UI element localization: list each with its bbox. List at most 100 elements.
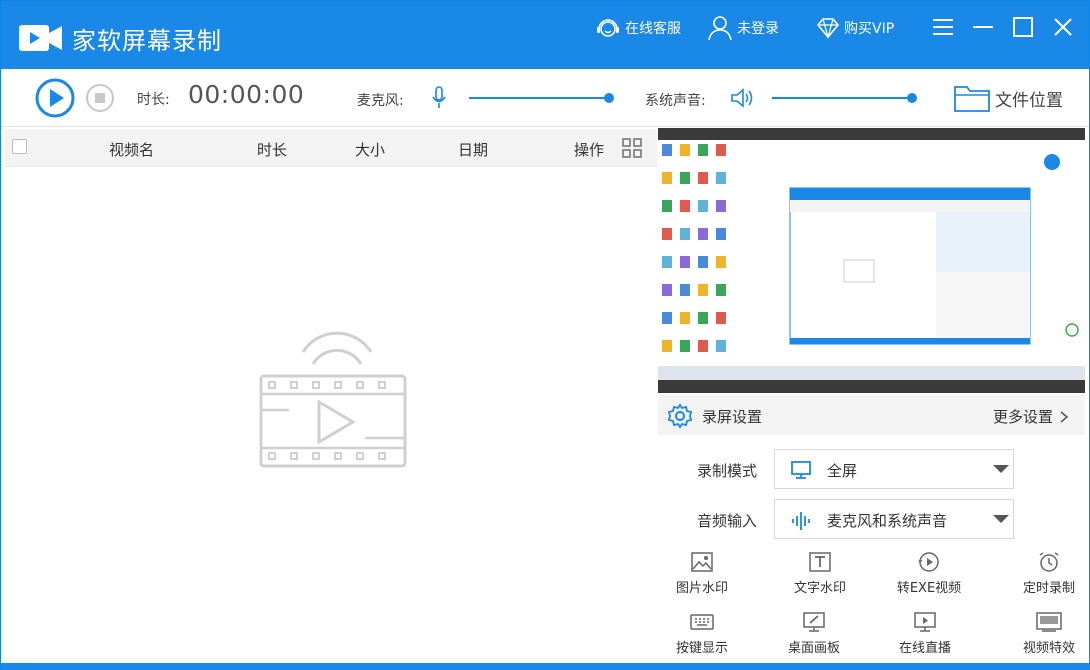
microphone-label: 麦克风: <box>357 93 404 109</box>
desktop-shortcut-icon <box>698 284 708 296</box>
minimize-icon <box>973 26 993 28</box>
desktop-shortcut-icon <box>716 172 726 184</box>
video-effects-label: 视频特效 <box>1022 641 1075 656</box>
chevron-down-icon <box>993 465 1009 473</box>
desktop-shortcut-icon <box>698 200 708 212</box>
text-icon <box>809 552 831 572</box>
live-icon <box>914 612 936 632</box>
desktop-shortcut-icon <box>662 312 672 324</box>
grid-view-icon[interactable] <box>622 138 642 158</box>
desktop-shortcut-icon <box>698 340 708 352</box>
app-window: 家软屏幕录制 在线客服 未登录 购买VIP 时长: 00:00:00 麦克风: … <box>0 0 1090 670</box>
speaker-icon[interactable] <box>730 87 756 109</box>
login-link[interactable]: 未登录 <box>707 15 779 41</box>
desktop-shortcut-icon <box>716 228 726 240</box>
empty-video-illustration-icon <box>259 331 407 468</box>
close-icon <box>1054 18 1072 36</box>
desktop-shortcut-icon <box>680 228 690 240</box>
keyboard-icon <box>690 614 714 630</box>
app-title: 家软屏幕录制 <box>72 27 222 55</box>
stop-icon[interactable] <box>85 83 115 113</box>
audio-input-label: 音频输入 <box>697 512 758 530</box>
duration-label: 时长: <box>137 92 170 108</box>
system-sound-label: 系统声音: <box>645 93 706 109</box>
text-watermark-button[interactable]: 文字水印 <box>775 551 865 596</box>
desktop-shortcut-icon <box>698 228 708 240</box>
system-volume-knob[interactable] <box>907 93 917 103</box>
video-list <box>5 168 657 662</box>
record-settings-header: 录屏设置 更多设置 <box>658 395 1085 435</box>
video-logo-icon <box>19 25 62 51</box>
record-mode-select[interactable]: 全屏 <box>774 449 1014 489</box>
headset-icon <box>597 19 619 37</box>
desktop-shortcut-icon <box>680 256 690 268</box>
play-icon[interactable] <box>35 78 75 118</box>
chevron-down-icon <box>993 515 1009 523</box>
column-size[interactable]: 大小 <box>355 139 385 160</box>
live-stream-button[interactable]: 在线直播 <box>880 611 970 656</box>
desktop-shortcut-icon <box>662 256 672 268</box>
key-display-label: 按键显示 <box>675 641 728 656</box>
desktop-shortcut-icon <box>698 312 708 324</box>
chevron-right-icon <box>1060 410 1069 423</box>
desktop-shortcut-icon <box>716 144 726 156</box>
microphone-volume-knob[interactable] <box>604 93 614 103</box>
desktop-shortcut-icon <box>662 284 672 296</box>
close-button[interactable] <box>1049 13 1077 41</box>
login-label: 未登录 <box>737 21 779 37</box>
column-video-name[interactable]: 视频名 <box>109 139 154 160</box>
desktop-shortcut-icon <box>680 312 690 324</box>
pen-board-icon <box>803 612 825 632</box>
system-volume-slider[interactable] <box>772 93 917 103</box>
microphone-icon[interactable] <box>431 86 447 110</box>
select-all-checkbox[interactable] <box>12 139 27 154</box>
audio-wave-icon <box>792 512 810 530</box>
maximize-icon <box>1013 17 1033 37</box>
more-settings-link[interactable]: 更多设置 <box>993 406 1071 427</box>
image-icon <box>691 552 713 572</box>
video-list-header: 视频名 时长 大小 日期 操作 <box>5 129 657 167</box>
image-watermark-label: 图片水印 <box>675 581 728 596</box>
online-service-link[interactable]: 在线客服 <box>595 15 681 41</box>
microphone-volume-slider[interactable] <box>469 93 614 103</box>
desktop-board-button[interactable]: 桌面画板 <box>769 611 859 656</box>
image-watermark-button[interactable]: 图片水印 <box>657 551 747 596</box>
record-toolbar: 时长: 00:00:00 麦克风: 系统声音: 文件位置 <box>1 69 1089 127</box>
column-date[interactable]: 日期 <box>458 139 488 160</box>
convert-exe-label: 转EXE视频 <box>896 581 962 596</box>
desktop-shortcut-icon <box>716 284 726 296</box>
monitor-icon <box>791 461 811 479</box>
minimize-button[interactable] <box>969 13 997 41</box>
convert-icon <box>918 552 939 572</box>
convert-exe-button[interactable]: 转EXE视频 <box>884 551 974 596</box>
column-actions: 操作 <box>574 141 605 159</box>
buy-vip-label: 购买VIP <box>844 21 895 37</box>
desktop-shortcut-icon <box>662 228 672 240</box>
folder-icon <box>954 86 990 112</box>
buy-vip-link[interactable]: 购买VIP <box>816 15 894 41</box>
desktop-shortcut-icon <box>662 144 672 156</box>
audio-input-select[interactable]: 麦克风和系统声音 <box>774 499 1014 539</box>
menu-icon <box>933 19 953 35</box>
file-location-label: 文件位置 <box>995 90 1063 111</box>
desktop-shortcut-icon <box>716 312 726 324</box>
record-mode-label: 录制模式 <box>697 462 758 480</box>
video-effects-button[interactable]: 视频特效 <box>1004 611 1090 656</box>
key-display-button[interactable]: 按键显示 <box>657 611 747 656</box>
desktop-thumbnail <box>658 140 1085 380</box>
file-location-button[interactable]: 文件位置 <box>953 81 1063 115</box>
desktop-shortcut-icon <box>698 144 708 156</box>
online-service-label: 在线客服 <box>625 21 681 37</box>
screen-preview <box>658 128 1085 393</box>
record-timer: 00:00:00 <box>188 80 305 109</box>
scheduled-record-button[interactable]: 定时录制 <box>1004 551 1090 596</box>
desktop-shortcut-icon <box>698 256 708 268</box>
text-watermark-label: 文字水印 <box>793 581 846 596</box>
menu-button[interactable] <box>929 13 957 41</box>
desktop-board-label: 桌面画板 <box>787 641 840 656</box>
maximize-button[interactable] <box>1009 13 1037 41</box>
column-duration[interactable]: 时长 <box>257 139 287 160</box>
title-bar: 家软屏幕录制 在线客服 未登录 购买VIP <box>1 1 1089 69</box>
desktop-thumbnail-image <box>658 140 1085 380</box>
live-stream-label: 在线直播 <box>898 641 951 656</box>
